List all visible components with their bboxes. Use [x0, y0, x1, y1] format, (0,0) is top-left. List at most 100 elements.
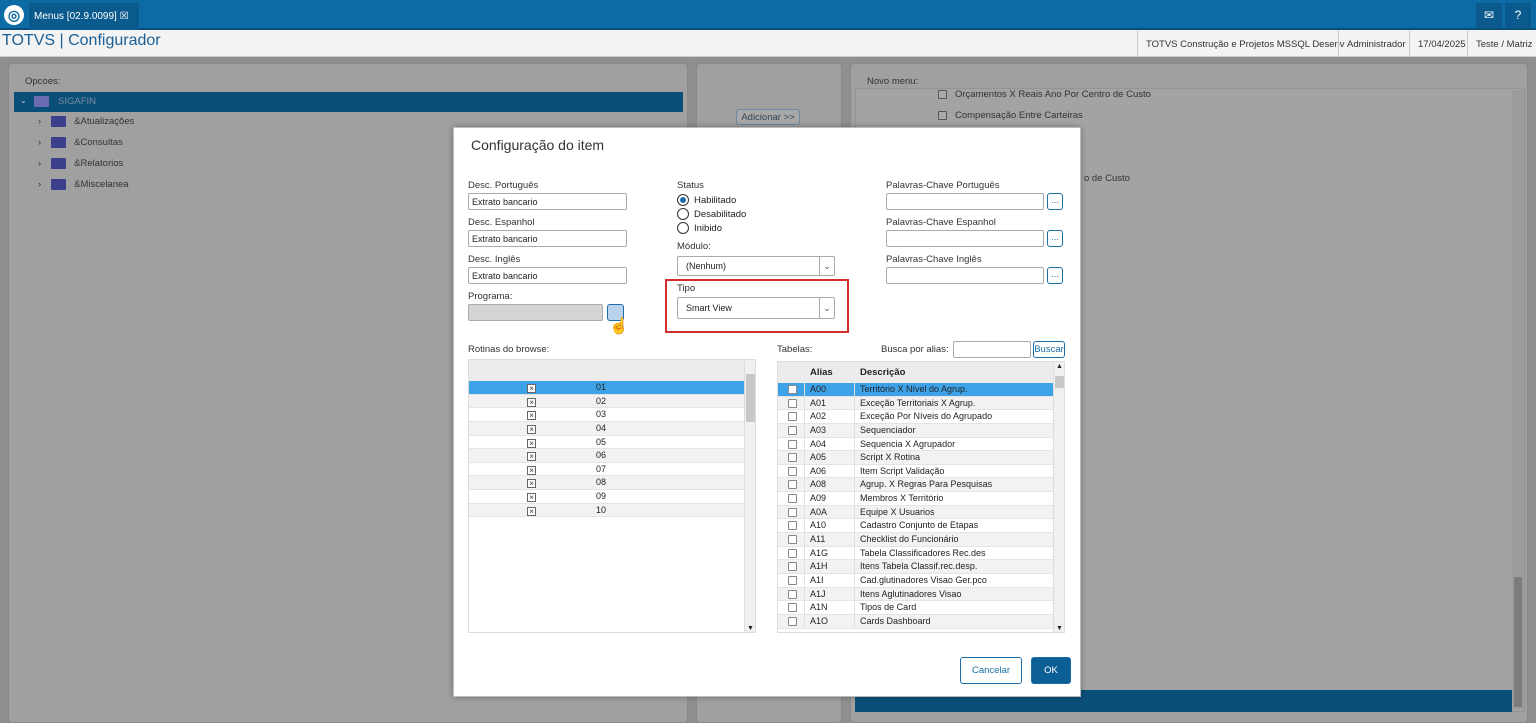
- branch-info: Teste / Matriz: [1467, 30, 1536, 57]
- status-label: Status: [677, 180, 704, 191]
- menu-scrollbar[interactable]: [1512, 90, 1524, 710]
- checked-checkbox-icon[interactable]: ×: [527, 492, 536, 503]
- checked-checkbox-icon[interactable]: ×: [527, 465, 536, 475]
- tree-item[interactable]: › &Atualizações: [38, 116, 134, 127]
- table-row[interactable]: A04 Sequencia X Agrupador: [778, 437, 1053, 452]
- table-row[interactable]: × 07: [469, 462, 745, 477]
- ok-button[interactable]: OK: [1031, 657, 1071, 684]
- table-row[interactable]: × 06: [469, 449, 745, 463]
- kw-en-lookup-button[interactable]: ...: [1047, 267, 1063, 284]
- tree-item[interactable]: › &Miscelanea: [38, 179, 129, 190]
- checked-checkbox-icon[interactable]: ×: [527, 451, 536, 462]
- row-checkbox[interactable]: [788, 575, 797, 587]
- kw-es-lookup-button[interactable]: ...: [1047, 230, 1063, 247]
- kw-en-input[interactable]: [886, 267, 1044, 284]
- totvs-logo-icon[interactable]: ◎: [4, 5, 24, 25]
- busca-input[interactable]: [953, 341, 1031, 358]
- row-checkbox[interactable]: [788, 494, 797, 505]
- modulo-select[interactable]: (Nenhum) ⌄: [677, 256, 835, 276]
- table-row[interactable]: A0A Equipe X Usuarios: [778, 505, 1053, 520]
- checked-checkbox-icon[interactable]: ×: [527, 383, 536, 393]
- menu-item[interactable]: Orçamentos X Reais Ano Por Centro de Cus…: [938, 89, 1151, 100]
- row-checkbox[interactable]: [788, 453, 797, 464]
- checked-checkbox-icon[interactable]: ×: [527, 424, 536, 434]
- table-row[interactable]: × 10: [469, 503, 745, 518]
- tree-item[interactable]: › &Consultas: [38, 137, 123, 148]
- table-row[interactable]: × 05: [469, 435, 745, 450]
- help-icon[interactable]: ?: [1505, 3, 1531, 28]
- status-radio-2[interactable]: Inibido: [677, 221, 746, 235]
- row-checkbox[interactable]: [788, 425, 797, 437]
- table-row[interactable]: A06 Item Script Validação: [778, 464, 1053, 479]
- programa-input[interactable]: [468, 304, 603, 321]
- close-tab-icon[interactable]: ☒: [120, 11, 129, 22]
- desc-es-input[interactable]: Extrato bancario: [468, 230, 627, 247]
- table-row[interactable]: A1G Tabela Classificadores Rec.des: [778, 546, 1053, 561]
- table-row[interactable]: × 01: [469, 381, 745, 395]
- checked-checkbox-icon[interactable]: ×: [527, 478, 536, 489]
- checked-checkbox-icon[interactable]: ×: [527, 410, 536, 421]
- row-checkbox[interactable]: [788, 507, 797, 519]
- tabelas-scrollbar[interactable]: ▲ ▼: [1053, 362, 1064, 632]
- radio-label: Desabilitado: [694, 208, 747, 220]
- table-row[interactable]: A1O Cards Dashboard: [778, 614, 1053, 629]
- checked-checkbox-icon[interactable]: ×: [527, 506, 536, 516]
- descricao-header[interactable]: Descrição: [860, 367, 905, 378]
- row-checkbox[interactable]: [788, 521, 797, 532]
- kw-pt-input[interactable]: [886, 193, 1044, 210]
- row-checkbox[interactable]: [788, 398, 797, 410]
- table-row[interactable]: A03 Sequenciador: [778, 423, 1053, 438]
- desc-en-input[interactable]: Extrato bancario: [468, 267, 627, 284]
- rotinas-scrollbar[interactable]: ▼: [744, 360, 755, 632]
- tipo-select[interactable]: Smart View ⌄: [677, 297, 835, 319]
- rotinas-grid[interactable]: × 01 × 02 × 03 × 04 × 05 × 06 × 07 × 08 × 09 × 10 ▼: [468, 359, 756, 633]
- table-row[interactable]: A11 Checklist do Funcionário: [778, 533, 1053, 547]
- tree-item[interactable]: › &Relatorios: [38, 158, 123, 169]
- cancel-button[interactable]: Cancelar: [960, 657, 1022, 684]
- row-checkbox[interactable]: [788, 562, 797, 573]
- table-row[interactable]: A1H Itens Tabela Classif.rec.desp.: [778, 560, 1053, 574]
- tree-root-sigafin[interactable]: ⌄ SIGAFIN: [14, 92, 683, 112]
- table-row[interactable]: A1J Itens Aglutinadores Visao: [778, 587, 1053, 602]
- status-radio-0[interactable]: Habilitado: [677, 193, 746, 207]
- row-checkbox[interactable]: [788, 616, 797, 628]
- table-row[interactable]: × 08: [469, 476, 745, 491]
- table-row[interactable]: A10 Cadastro Conjunto de Etapas: [778, 519, 1053, 534]
- kw-es-input[interactable]: [886, 230, 1044, 247]
- menu-item-partial[interactable]: o de Custo: [1084, 173, 1130, 184]
- checked-checkbox-icon[interactable]: ×: [527, 397, 536, 407]
- kw-pt-lookup-button[interactable]: ...: [1047, 193, 1063, 210]
- add-button[interactable]: Adicionar >>: [736, 109, 800, 125]
- table-row[interactable]: A1I Cad.glutinadores Visao Ger.pco: [778, 573, 1053, 588]
- tab-menus[interactable]: Menus [02.9.0099] ☒: [29, 3, 139, 30]
- table-row[interactable]: × 04: [469, 421, 745, 436]
- alias-header[interactable]: Alias: [810, 367, 833, 378]
- status-radio-1[interactable]: Desabilitado: [677, 207, 746, 221]
- row-checkbox[interactable]: [788, 535, 797, 546]
- table-row[interactable]: × 09: [469, 490, 745, 504]
- row-checkbox[interactable]: [788, 480, 797, 491]
- row-checkbox[interactable]: [788, 589, 797, 601]
- rotina-value: 05: [596, 436, 607, 447]
- table-row[interactable]: A09 Membros X Território: [778, 492, 1053, 506]
- row-checkbox[interactable]: [788, 548, 797, 560]
- row-checkbox[interactable]: [788, 412, 797, 423]
- checked-checkbox-icon[interactable]: ×: [527, 438, 536, 448]
- table-row[interactable]: A01 Exceção Territoriais X Agrup.: [778, 396, 1053, 411]
- table-row[interactable]: A05 Script X Rotina: [778, 451, 1053, 465]
- table-row[interactable]: × 03: [469, 408, 745, 422]
- table-row[interactable]: A1N Tipos de Card: [778, 601, 1053, 615]
- row-checkbox[interactable]: [788, 385, 797, 396]
- table-row[interactable]: A02 Exceção Por Níveis do Agrupado: [778, 410, 1053, 424]
- table-row[interactable]: A08 Agrup. X Regras Para Pesquisas: [778, 478, 1053, 493]
- row-checkbox[interactable]: [788, 439, 797, 451]
- tabelas-grid[interactable]: Alias Descrição A00 Território X Nível do…: [777, 361, 1065, 633]
- row-checkbox[interactable]: [788, 603, 797, 614]
- table-row[interactable]: A00 Território X Nível do Agrup.: [778, 383, 1053, 397]
- table-row[interactable]: × 02: [469, 394, 745, 409]
- menu-item[interactable]: Compensação Entre Carteiras: [938, 110, 1083, 121]
- buscar-button[interactable]: Buscar: [1033, 341, 1065, 358]
- row-checkbox[interactable]: [788, 466, 797, 478]
- desc-pt-input[interactable]: Extrato bancario: [468, 193, 627, 210]
- mail-icon[interactable]: ✉: [1476, 3, 1502, 28]
